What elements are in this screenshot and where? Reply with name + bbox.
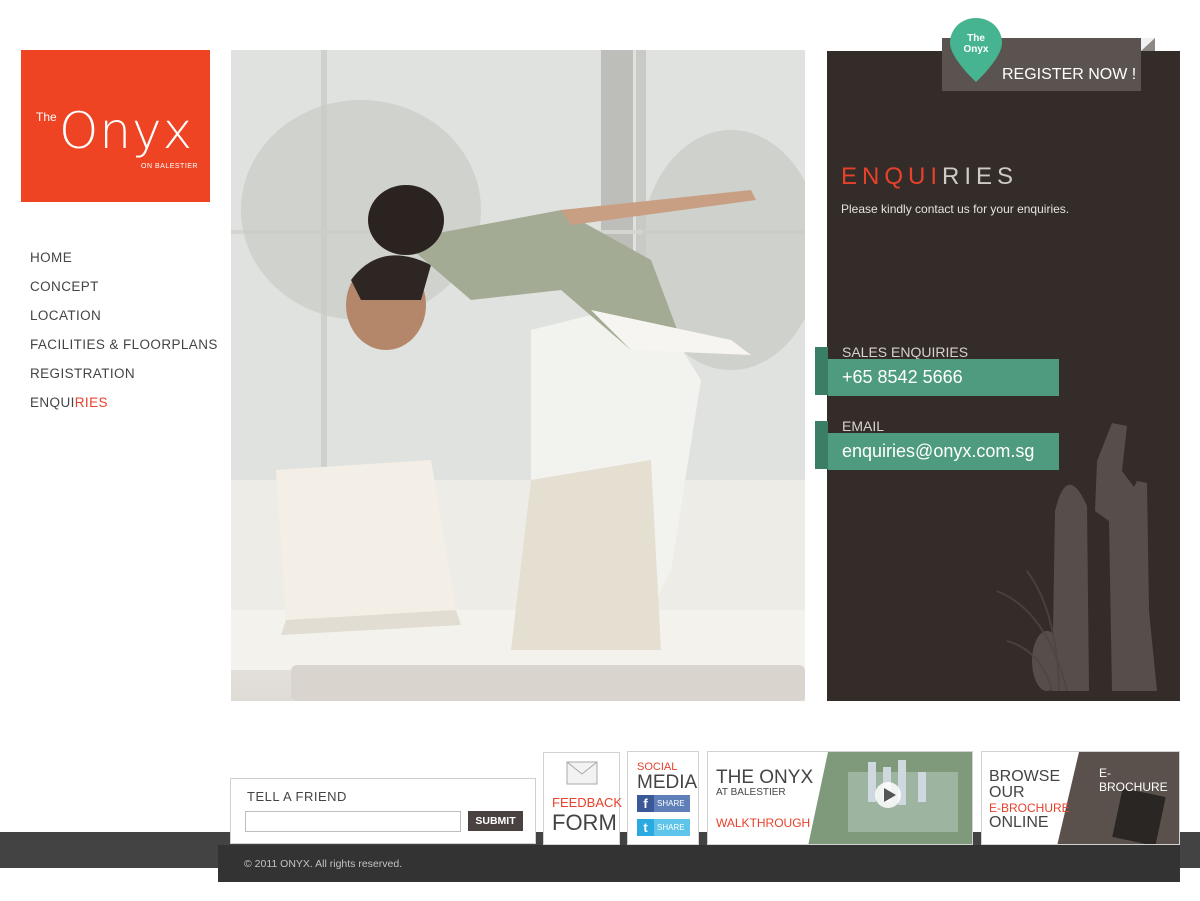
logo-name-text: Onyx <box>59 102 194 160</box>
register-now-label: REGISTER NOW ! <box>1002 66 1137 83</box>
enquiries-title-accent: ENQUI <box>841 163 943 190</box>
online-label: ONLINE <box>989 814 1049 831</box>
nav-item-concept[interactable]: CONCEPT <box>30 279 218 308</box>
submit-button[interactable]: SUBMIT <box>468 811 523 831</box>
social-media-box: SOCIAL MEDIA f SHARE t SHARE <box>627 751 699 845</box>
onyx-logo[interactable]: The Onyx ON BALESTIER <box>21 50 210 202</box>
enquiries-title-rest: RIES <box>942 163 1019 190</box>
main-nav: HOME CONCEPT LOCATION FACILITIES & FLOOR… <box>30 250 218 424</box>
our-label: OUR <box>989 784 1025 801</box>
twitter-share-label: SHARE <box>657 823 685 832</box>
twitter-icon: t <box>637 819 654 836</box>
nav-item-label: CONCEPT <box>30 279 99 294</box>
e-brochure-button[interactable]: E-BROCHURE BROWSE OUR E-BROCHURE ONLINE <box>981 751 1180 845</box>
nav-item-facilities[interactable]: FACILITIES & FLOORPLANS <box>30 337 218 366</box>
media-label: MEDIA <box>637 772 698 793</box>
nav-item-home[interactable]: HOME <box>30 250 218 279</box>
nav-item-label: REGISTRATION <box>30 366 136 381</box>
nav-item-label-accent: RIES <box>74 395 108 410</box>
nav-item-label: HOME <box>30 250 73 265</box>
e-brochure-label: E-BROCHURE <box>989 801 1070 815</box>
enquiries-title: ENQUIRIES <box>841 164 1018 190</box>
facebook-share-label: SHARE <box>657 799 685 808</box>
facebook-icon: f <box>637 795 654 812</box>
e-brochure-badge: E-BROCHURE <box>1099 766 1168 794</box>
aerial-view-thumbnail <box>808 752 972 844</box>
form-label: FORM <box>552 810 617 835</box>
hero-photo <box>231 50 805 701</box>
nav-item-registration[interactable]: REGISTRATION <box>30 366 218 395</box>
email-tab-edge <box>815 421 828 469</box>
walkthrough-video-button[interactable]: THE ONYX AT BALESTIER WALKTHROUGH <box>707 751 973 845</box>
twitter-share-button[interactable]: t SHARE <box>637 819 690 836</box>
nav-item-enquiries[interactable]: ENQUIRIES <box>30 395 218 424</box>
sales-phone-number[interactable]: +65 8542 5666 <box>828 359 1059 396</box>
nav-item-label-main: ENQUI <box>30 395 75 410</box>
nav-item-label: FACILITIES & FLOORPLANS <box>30 337 218 352</box>
email-address-link[interactable]: enquiries@onyx.com.sg <box>828 433 1059 470</box>
tell-a-friend-label: TELL A FRIEND <box>247 789 347 804</box>
sales-tab-edge <box>815 347 828 395</box>
pin-logo-text: The Onyx <box>963 33 989 55</box>
facebook-share-button[interactable]: f SHARE <box>637 795 690 812</box>
copyright-text: © 2011 ONYX. All rights reserved. <box>244 858 403 870</box>
nav-item-label: LOCATION <box>30 308 102 323</box>
feedback-label: FEEDBACK <box>552 795 623 810</box>
walkthrough-title: THE ONYX <box>716 767 814 788</box>
sales-enquiries-label: SALES ENQUIRIES <box>842 344 969 360</box>
tell-a-friend-input[interactable] <box>245 811 461 832</box>
browse-label: BROWSE <box>989 768 1061 785</box>
envelope-icon <box>566 761 598 785</box>
logo-the-text: The <box>36 110 57 124</box>
email-label: EMAIL <box>842 418 885 434</box>
enquiries-description: Please kindly contact us for your enquir… <box>841 202 1070 216</box>
hero-illustration <box>231 50 805 701</box>
logo-subtitle: ON BALESTIER <box>141 163 198 170</box>
walkthrough-label: WALKTHROUGH <box>716 816 811 830</box>
location-pin-icon: The Onyx <box>950 18 1002 82</box>
tell-a-friend-box: TELL A FRIEND SUBMIT <box>230 778 536 844</box>
walkthrough-subtitle: AT BALESTIER <box>716 787 786 798</box>
nav-item-location[interactable]: LOCATION <box>30 308 218 337</box>
feedback-form-button[interactable]: FEEDBACK FORM <box>543 752 623 845</box>
